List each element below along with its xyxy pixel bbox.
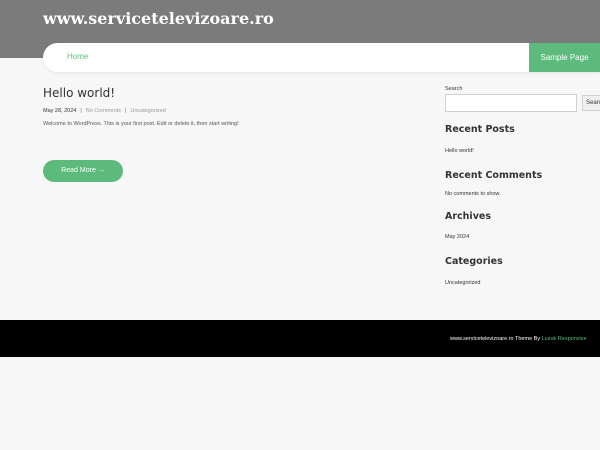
post-excerpt: Welcome to WordPress. This is your first… (43, 121, 239, 127)
search-form: Search (445, 94, 600, 112)
post-title[interactable]: Hello world! (43, 86, 423, 100)
meta-separator: | (80, 108, 82, 114)
recent-post-link[interactable]: Hello world! (445, 148, 474, 154)
search-button[interactable]: Search (582, 95, 600, 111)
categories-title: Categories (445, 256, 503, 267)
post-category-link[interactable]: Uncategorized (130, 108, 165, 114)
category-link[interactable]: Uncategorized (445, 280, 480, 286)
nav-item-sample-page[interactable]: Sample Page (529, 43, 600, 72)
archive-link[interactable]: May 2024 (445, 234, 469, 240)
footer-credit: www.servicetelevizoare.ro Theme By Luzuk… (450, 336, 587, 342)
sidebar: Search Search Recent Posts Hello world! … (445, 86, 600, 286)
post-comments-link[interactable]: No Comments (86, 108, 121, 114)
footer-theme-link[interactable]: Luzuk Responsive (542, 336, 587, 342)
meta-separator: | (124, 108, 127, 114)
main-navigation: Home Sample Page (43, 43, 600, 72)
site-footer: www.servicetelevizoare.ro Theme By Luzuk… (0, 320, 600, 357)
no-comments-text: No comments to show. (445, 191, 501, 197)
nav-item-home[interactable]: Home (67, 52, 88, 61)
read-more-button[interactable]: Read More → (43, 160, 123, 182)
post-meta: May 28, 2024 | No Comments | Uncategorized (43, 108, 423, 114)
site-title[interactable]: www.servicetelevizoare.ro (43, 9, 274, 28)
archives-title: Archives (445, 211, 491, 222)
search-label: Search (445, 86, 463, 92)
search-input[interactable] (445, 94, 577, 112)
footer-text: www.servicetelevizoare.ro Theme By (450, 336, 542, 342)
recent-posts-title: Recent Posts (445, 124, 515, 135)
post-article: Hello world! May 28, 2024 | No Comments | Un… (43, 86, 423, 182)
recent-comments-title: Recent Comments (445, 170, 543, 181)
post-date: May 28, 2024 (43, 108, 77, 114)
